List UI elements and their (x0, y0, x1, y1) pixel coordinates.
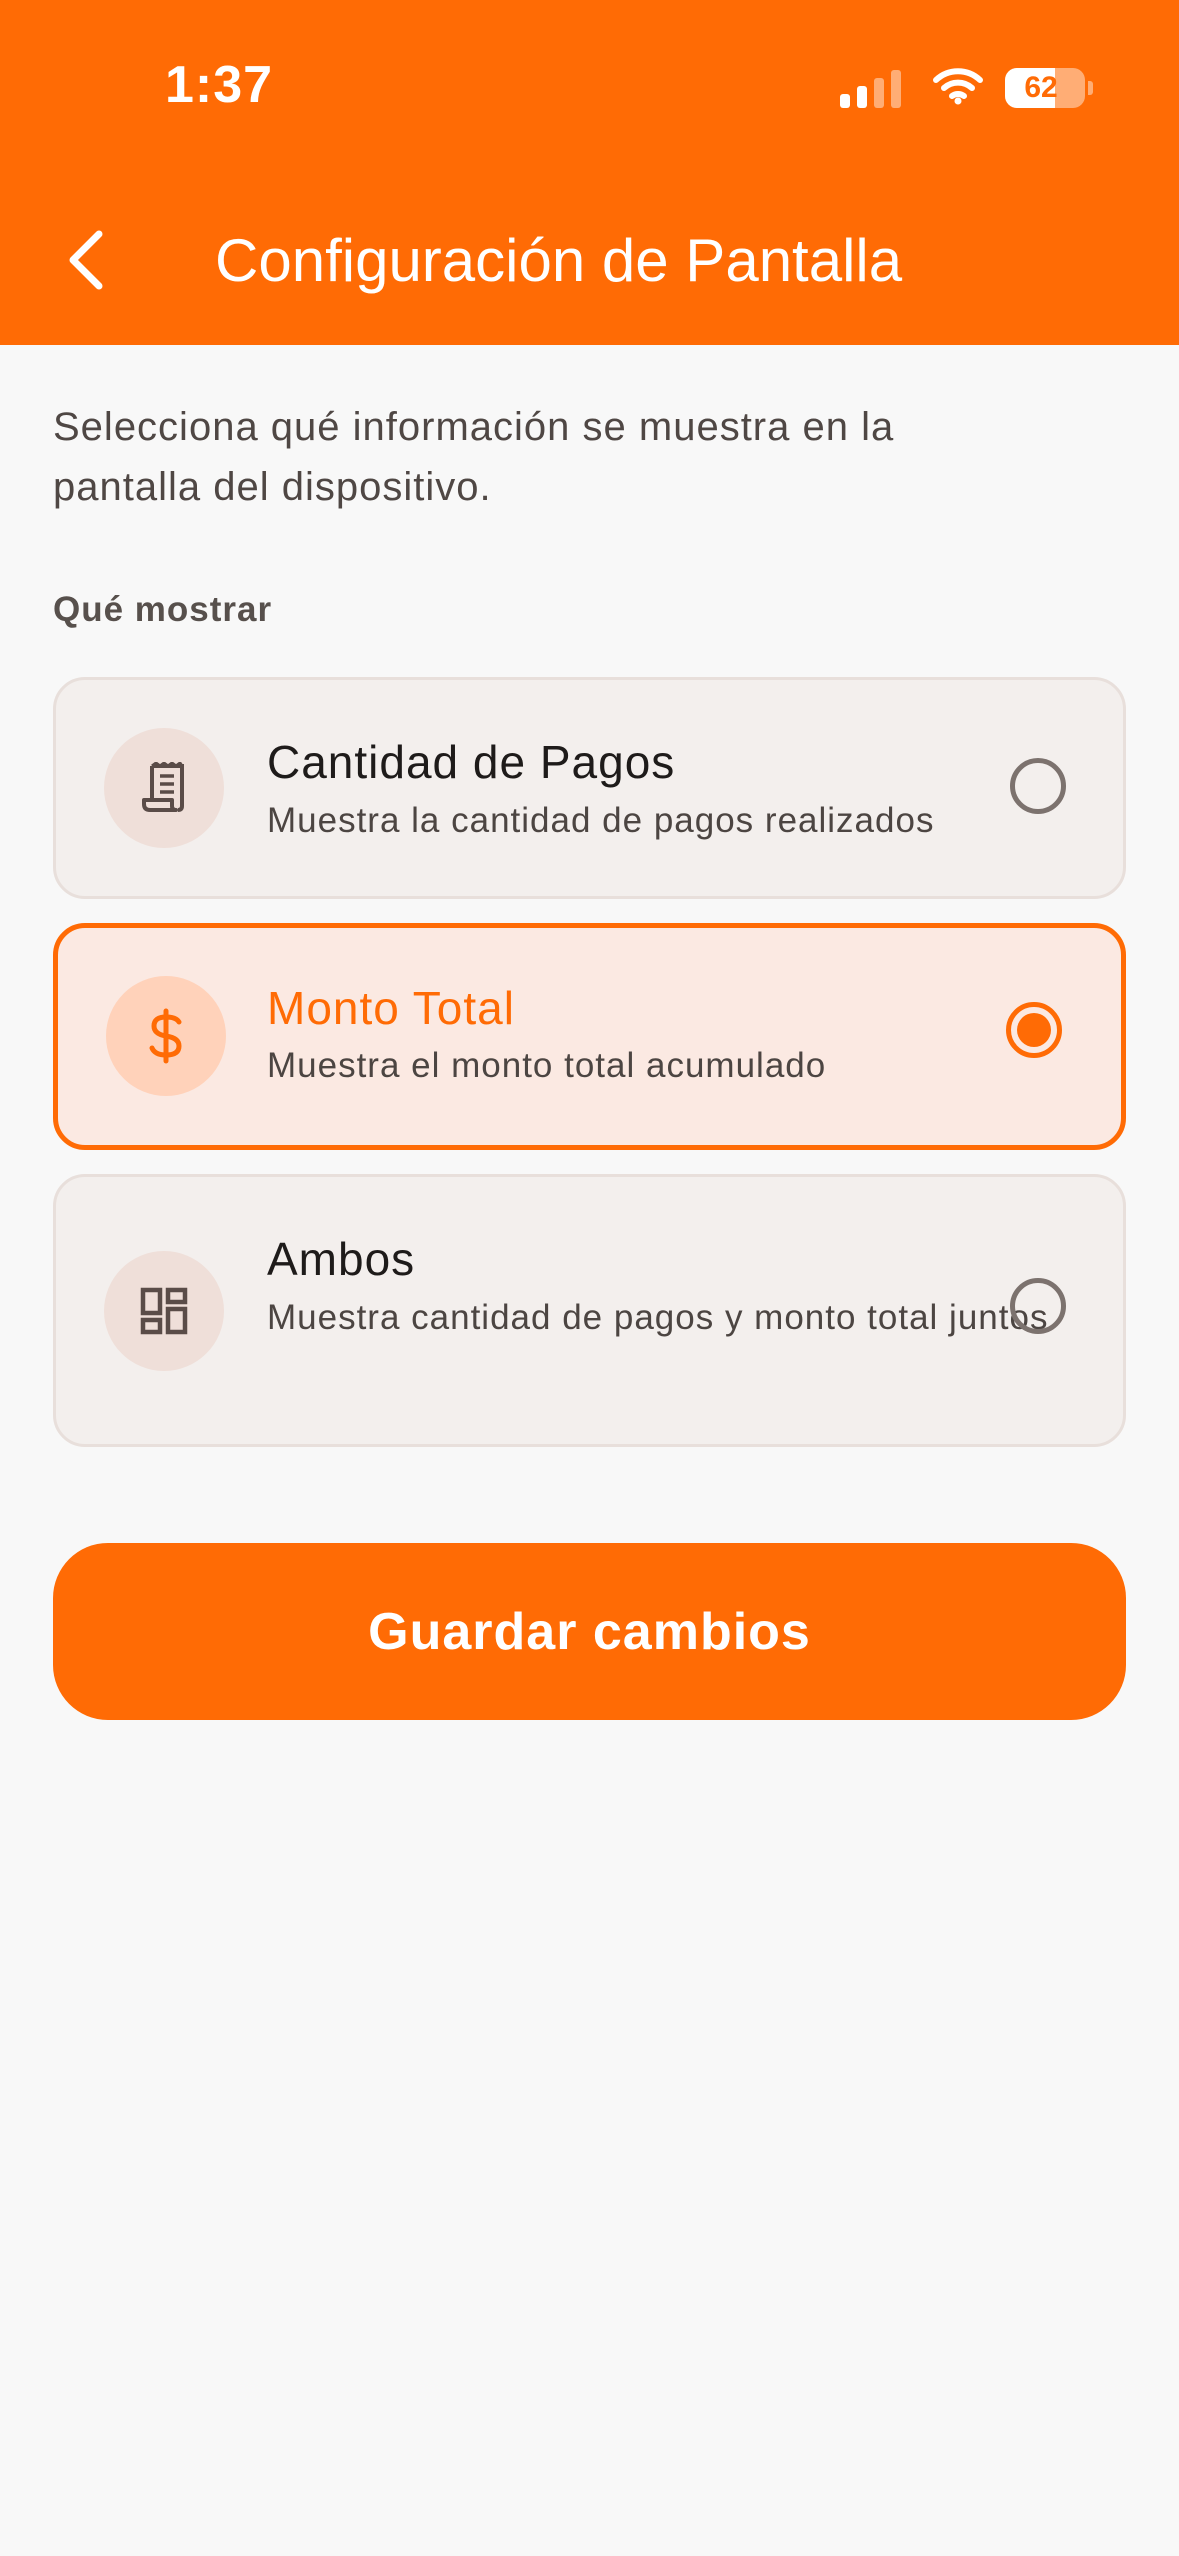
option-ambos[interactable]: Ambos Muestra cantidad de pagos y monto … (53, 1174, 1126, 1447)
back-button[interactable] (55, 220, 115, 300)
dollar-icon (149, 1008, 182, 1064)
cellular-signal-icon (840, 68, 901, 108)
section-label: Qué mostrar (53, 590, 273, 629)
option-description: Muestra cantidad de pagos y monto total … (267, 1298, 1049, 1337)
battery-icon: 62 (1005, 68, 1085, 108)
save-changes-button[interactable]: Guardar cambios (53, 1543, 1126, 1720)
battery-nub (1088, 81, 1093, 95)
option-monto-total[interactable]: Monto Total Muestra el monto total acumu… (53, 923, 1126, 1150)
option-icon-container (106, 976, 226, 1096)
status-time: 1:37 (165, 56, 274, 114)
option-description: Muestra la cantidad de pagos realizados (267, 801, 935, 840)
option-cantidad-de-pagos[interactable]: Cantidad de Pagos Muestra la cantidad de… (53, 677, 1126, 899)
radio-cantidad-de-pagos[interactable] (1010, 758, 1066, 814)
status-icons: 62 (840, 58, 1093, 118)
option-description: Muestra el monto total acumulado (267, 1046, 827, 1085)
wifi-icon (933, 67, 983, 110)
option-icon-container (104, 1251, 224, 1371)
radio-selected-dot (1017, 1013, 1051, 1047)
option-icon-container (104, 728, 224, 848)
page-description: Selecciona qué información se muestra en… (53, 405, 895, 509)
radio-ambos[interactable] (1010, 1278, 1066, 1334)
dashboard-icon (140, 1287, 188, 1335)
option-title: Monto Total (267, 982, 515, 1034)
option-title: Ambos (267, 1233, 416, 1285)
chevron-left-icon (69, 230, 103, 290)
receipt-icon (142, 762, 184, 812)
radio-monto-total[interactable] (1006, 1002, 1062, 1058)
page-title: Configuración de Pantalla (215, 227, 903, 294)
battery-level: 62 (1024, 71, 1058, 104)
app-header: 1:37 62 Configuración de Pantalla (0, 0, 1179, 345)
option-title: Cantidad de Pagos (267, 736, 676, 788)
